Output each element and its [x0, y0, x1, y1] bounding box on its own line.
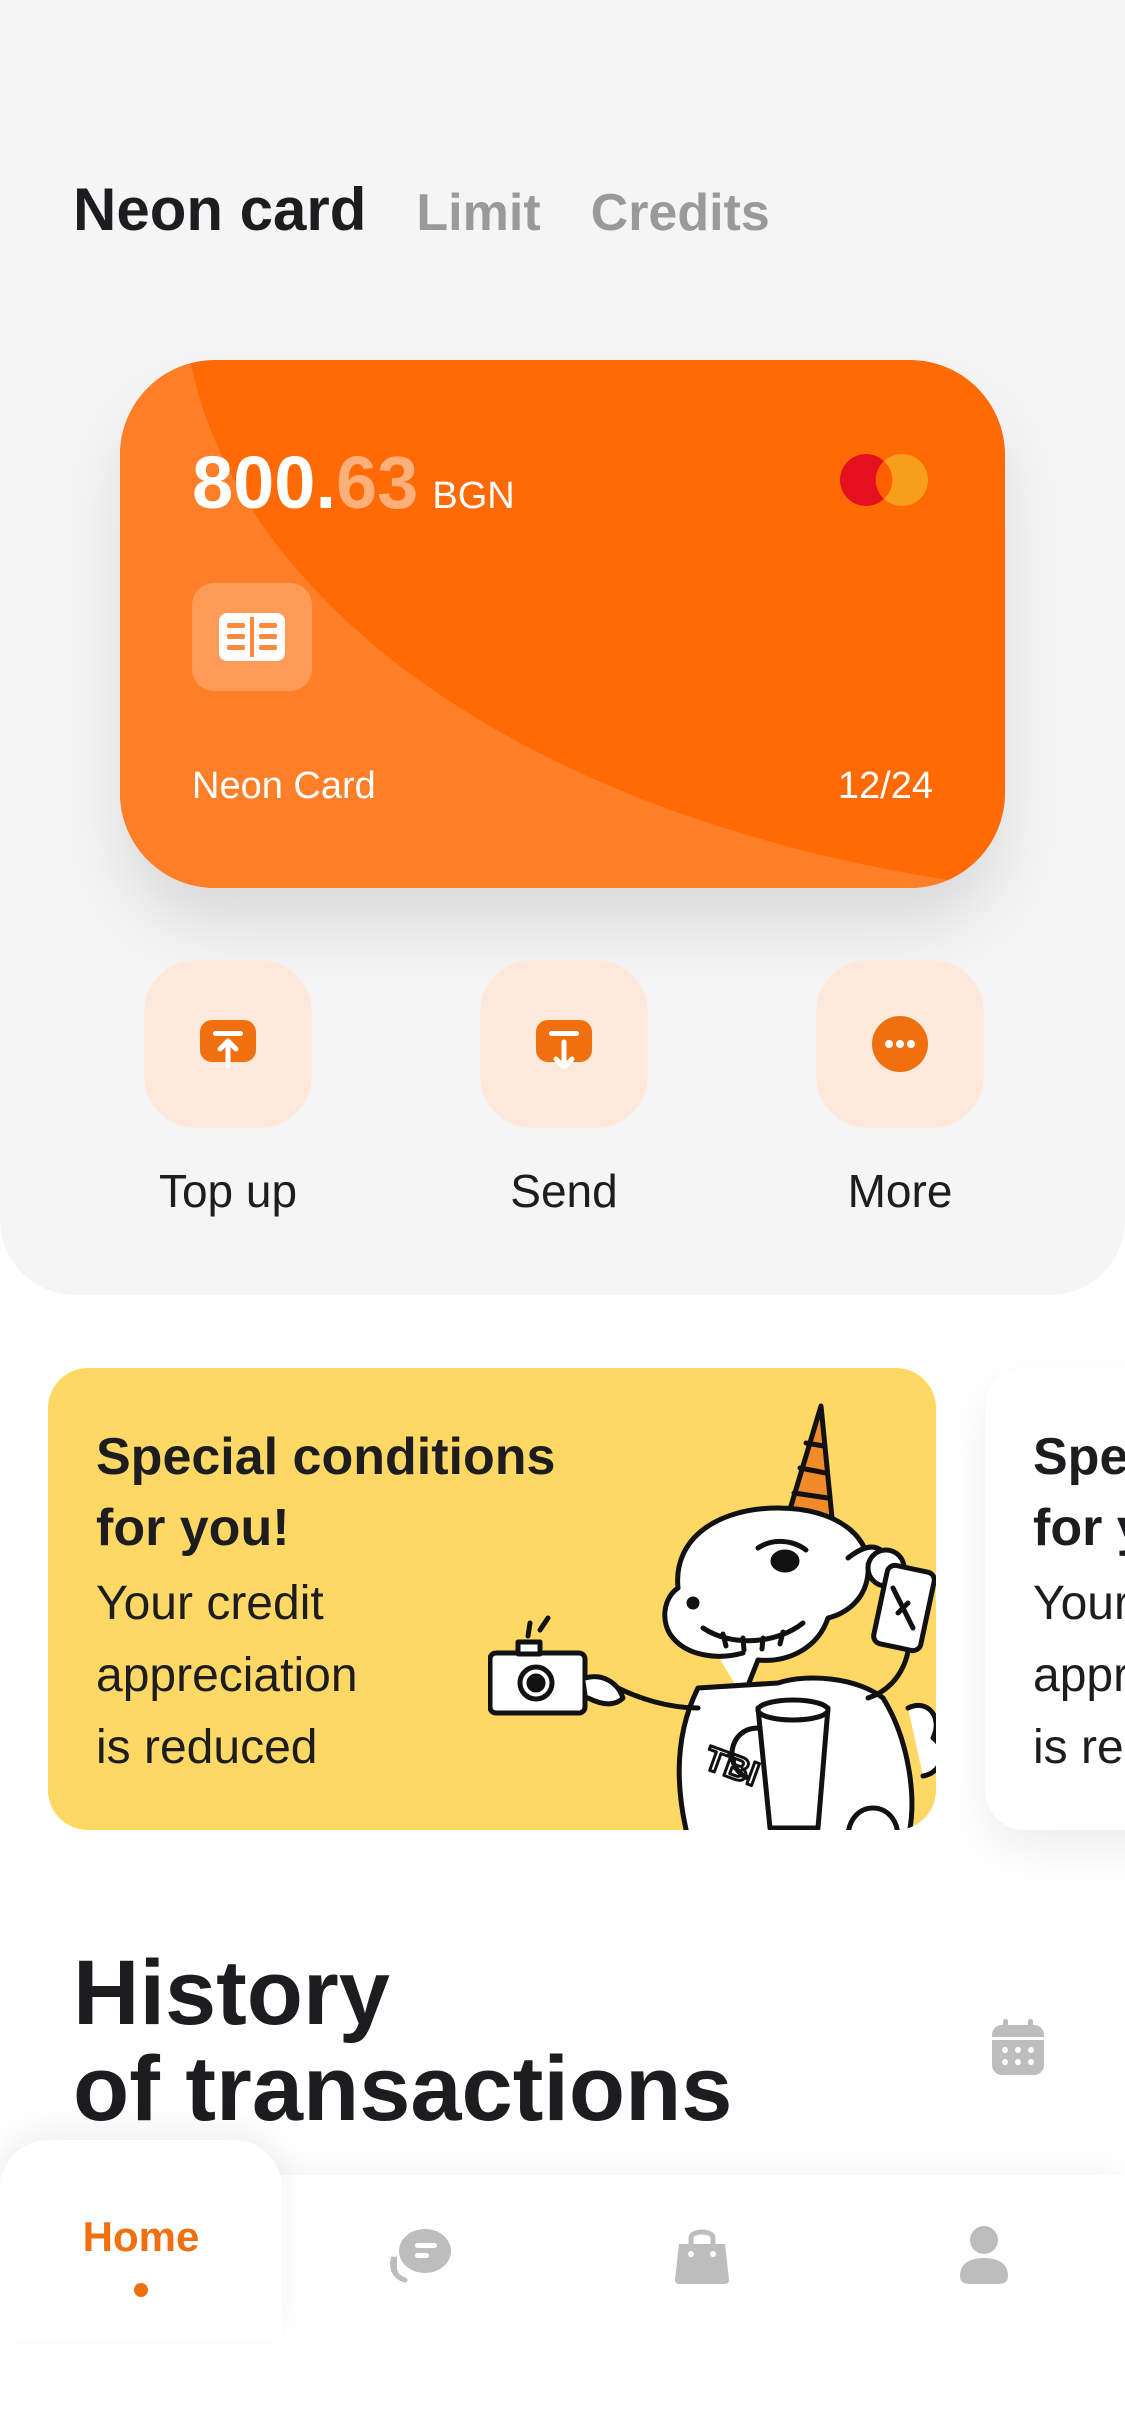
- send-icon: [536, 1020, 592, 1070]
- top-up-icon: [200, 1020, 256, 1069]
- top-up-button[interactable]: [144, 960, 312, 1128]
- shop-bag-icon: [675, 2229, 729, 2284]
- promo-next-body: Your appr is red: [1033, 1577, 1125, 1774]
- nav-home[interactable]: Home: [51, 2195, 231, 2315]
- neon-card[interactable]: 800.63 BGN Neon Card 12/24: [120, 360, 1005, 888]
- balance-integer: 800.: [192, 441, 337, 524]
- top-up-label: Top up: [158, 1165, 298, 1217]
- send-action: Send: [479, 960, 649, 1218]
- nav-profile[interactable]: [894, 2195, 1074, 2315]
- more-icon: [872, 1016, 928, 1072]
- balance-currency: BGN: [432, 475, 515, 517]
- send-button[interactable]: [480, 960, 648, 1128]
- nav-home-label: Home: [82, 2213, 200, 2260]
- unicorn-mascot-illustration: TBI: [488, 1403, 936, 1830]
- nav-shop[interactable]: [612, 2195, 792, 2315]
- calendar-icon[interactable]: [990, 2017, 1046, 2077]
- card-chip-icon: [192, 583, 312, 691]
- promo-card-next[interactable]: Spe for y Your appr is red: [985, 1368, 1125, 1830]
- mastercard-icon: [840, 454, 928, 506]
- top-up-action: Top up: [143, 960, 313, 1218]
- tab-credits[interactable]: Credits: [591, 183, 770, 243]
- send-label: Send: [510, 1165, 618, 1217]
- promo-body: Your credit appreciation is reduced: [96, 1577, 358, 1774]
- more-action: More: [815, 960, 985, 1218]
- tab-bar: Neon card Limit Credits: [73, 175, 770, 244]
- tab-neon-card[interactable]: Neon card: [73, 175, 366, 244]
- nav-chat[interactable]: [330, 2195, 510, 2315]
- more-label: More: [847, 1165, 953, 1217]
- nav-active-dot: [134, 2283, 148, 2297]
- card-expiry: 12/24: [837, 765, 933, 807]
- history-title: History of transactions: [73, 1942, 733, 2140]
- promo-card[interactable]: Special conditions for you! Your credit …: [48, 1368, 936, 1830]
- card-balance: 800.63 BGN: [192, 440, 515, 525]
- promo-next-title: Spe for y: [1033, 1428, 1125, 1557]
- more-button[interactable]: [816, 960, 984, 1128]
- chat-icon: [390, 2229, 451, 2283]
- profile-icon: [960, 2226, 1008, 2284]
- tab-limit[interactable]: Limit: [416, 183, 540, 243]
- card-name: Neon Card: [192, 765, 376, 807]
- balance-fraction: 63: [336, 441, 419, 524]
- app-screen: Neon card Limit Credits 800.63 BGN Neon …: [0, 0, 1125, 2436]
